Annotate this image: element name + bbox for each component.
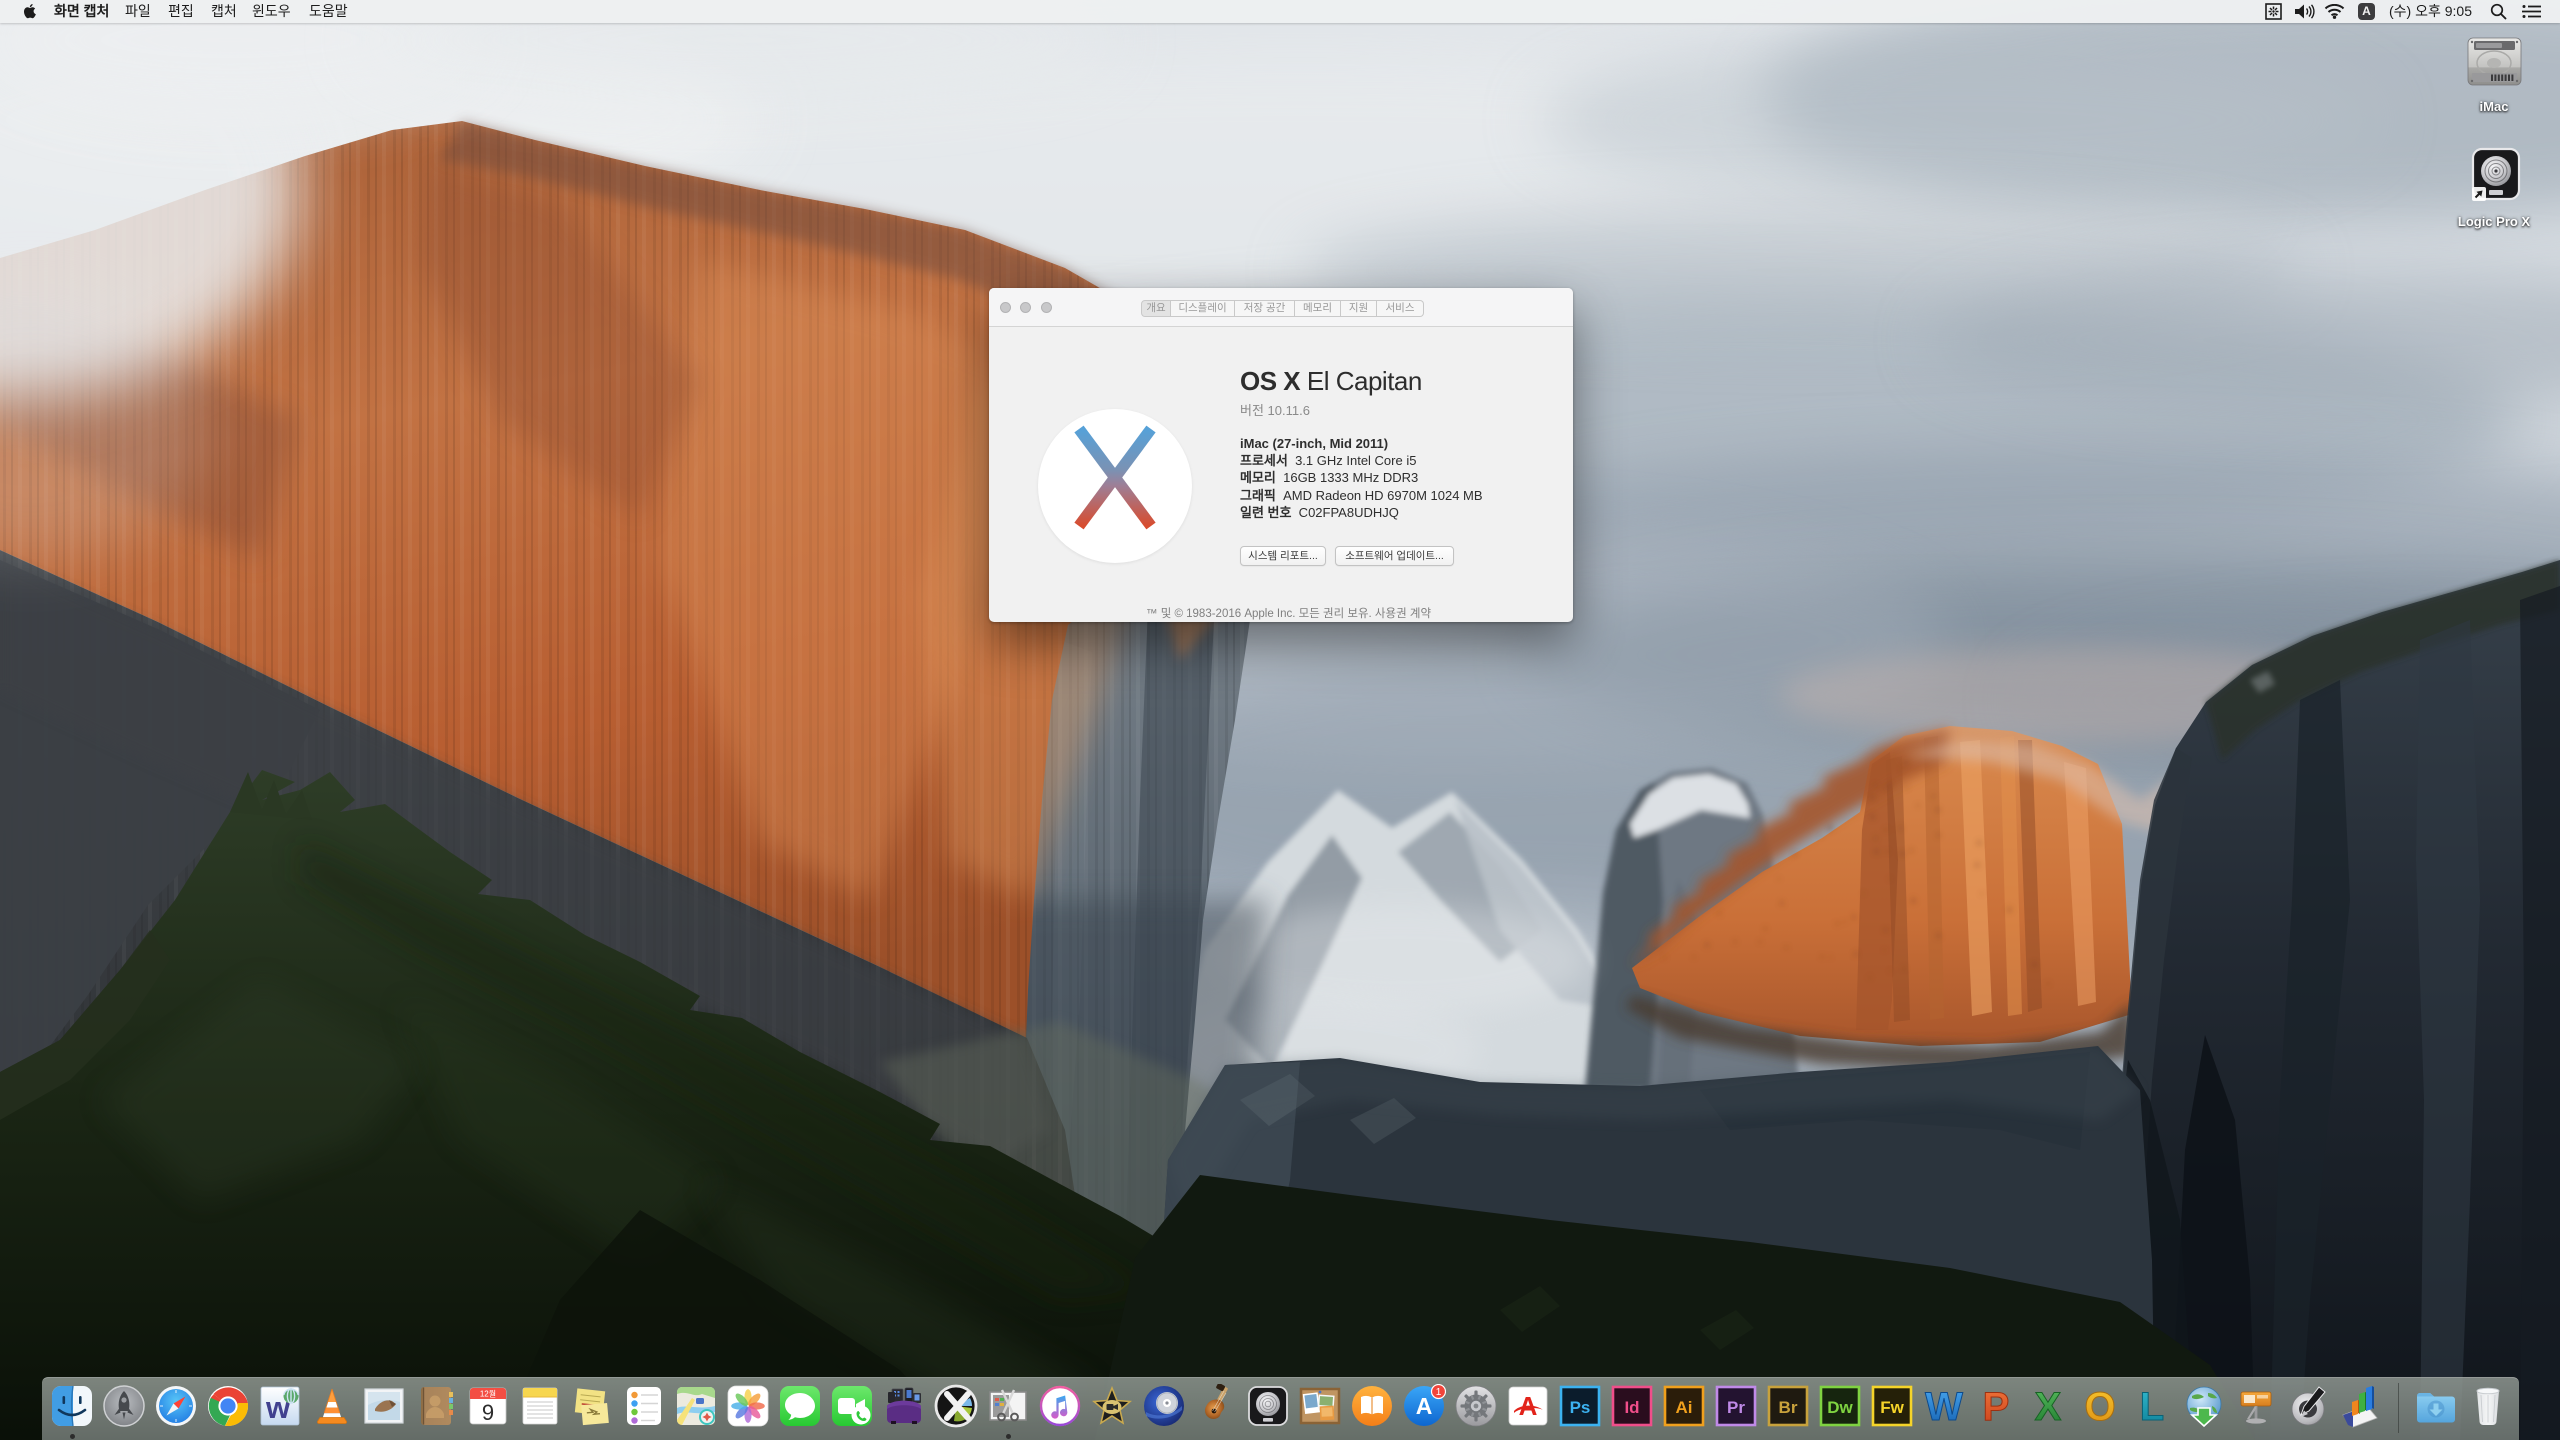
svg-text:L: L xyxy=(2140,1385,2164,1428)
svg-text:Ai: Ai xyxy=(1676,1398,1693,1417)
svg-text:A: A xyxy=(1416,1393,1433,1419)
svg-text:Ps: Ps xyxy=(1570,1398,1591,1417)
svg-text:W: W xyxy=(1925,1385,1963,1428)
svg-text:Br: Br xyxy=(1779,1398,1798,1417)
svg-text:O: O xyxy=(2084,1385,2115,1428)
svg-text:Dw: Dw xyxy=(1827,1398,1853,1417)
svg-text:Fw: Fw xyxy=(1880,1398,1904,1417)
svg-text:Id: Id xyxy=(1624,1398,1639,1417)
svg-text:1: 1 xyxy=(1436,1387,1442,1398)
svg-text:X: X xyxy=(2035,1385,2062,1428)
svg-text:12월: 12월 xyxy=(480,1389,496,1399)
svg-text:Pr: Pr xyxy=(1727,1398,1745,1417)
svg-text:P: P xyxy=(1983,1385,2010,1428)
svg-text:9: 9 xyxy=(482,1400,494,1425)
